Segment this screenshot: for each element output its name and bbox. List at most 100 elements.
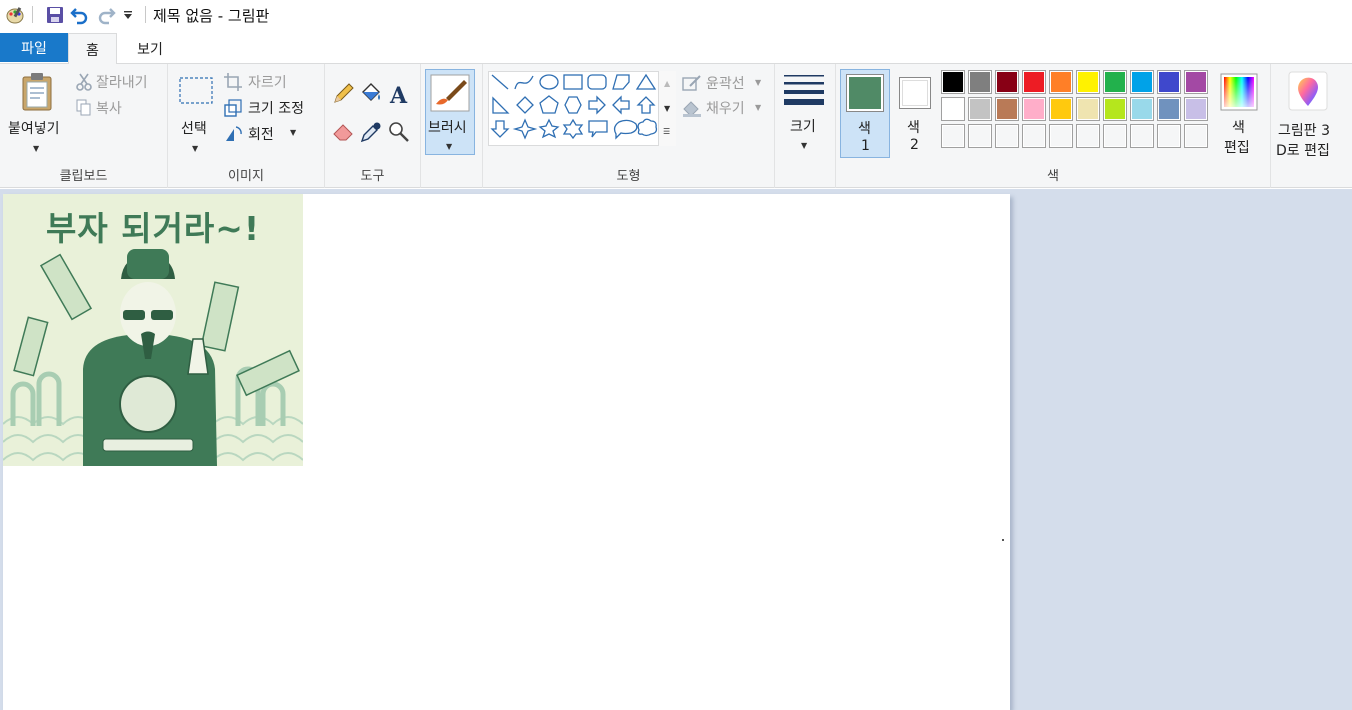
palette-swatch[interactable] [1103,97,1127,121]
image-group-label: 이미지 [228,169,264,184]
color-picker-tool[interactable] [359,120,383,144]
polygon-shape[interactable] [612,74,630,90]
cloud-callout-shape[interactable] [637,118,658,137]
up-arrow-shape[interactable] [636,96,656,114]
hexagon-shape[interactable] [564,96,582,114]
triangle-shape[interactable] [635,73,657,90]
oval-callout-shape[interactable] [613,119,638,140]
palette-swatch[interactable] [1076,70,1100,94]
palette-swatch[interactable] [1022,124,1046,148]
down-arrow-shape[interactable] [490,120,510,138]
color1-swatch [846,74,884,112]
palette-swatch[interactable] [941,70,965,94]
text-tool[interactable]: A [387,82,411,109]
palette-swatch[interactable] [1022,70,1046,94]
save-icon[interactable] [44,4,66,26]
palette-swatch[interactable] [1130,124,1154,148]
rectangle-shape[interactable] [563,74,583,90]
palette-swatch[interactable] [1157,124,1181,148]
crop-button[interactable]: 자르기 [224,71,320,93]
palette-swatch[interactable] [1049,97,1073,121]
brushes-group: 브러시 ▼ [421,64,483,188]
palette-swatch[interactable] [1022,97,1046,121]
tab-file[interactable]: 파일 [0,33,68,62]
size-button[interactable]: 크기 ▼ [779,69,829,155]
color1-button[interactable]: 색 1 [840,69,890,158]
six-point-star-shape[interactable] [562,118,584,140]
diamond-shape[interactable] [516,96,534,114]
customize-dropdown-icon[interactable] [120,4,136,26]
pencil-tool[interactable] [331,82,355,106]
line-shape[interactable] [491,74,509,90]
palette-swatch[interactable] [1157,70,1181,94]
palette-swatch[interactable] [968,124,992,148]
undo-icon[interactable] [69,4,91,26]
palette-swatch[interactable] [1103,124,1127,148]
palette-swatch[interactable] [1184,124,1208,148]
drawing-canvas[interactable]: 부자 되거라~! [3,194,1010,710]
palette-swatch[interactable] [1049,124,1073,148]
bucket-icon [362,83,380,101]
color-spectrum-icon [1220,73,1258,111]
fill-dropdown[interactable]: 채우기 ▼ [682,97,768,119]
palette-swatch[interactable] [995,97,1019,121]
redo-icon[interactable] [95,4,117,26]
select-button[interactable]: 선택 ▼ [174,70,218,156]
palette-swatch[interactable] [1130,97,1154,121]
curve-shape[interactable] [514,75,534,90]
palette-swatch[interactable] [1076,124,1100,148]
outline-dropdown[interactable]: 윤곽선 ▼ [682,72,768,94]
four-point-star-shape[interactable] [512,118,538,140]
gallery-expand-icon[interactable]: ☰ [663,127,670,136]
cut-button[interactable]: 잘라내기 [76,71,160,93]
tab-view[interactable]: 보기 [124,33,176,64]
palette-swatch[interactable] [1076,97,1100,121]
scroll-up-icon[interactable]: ▲ [664,79,670,88]
palette-swatch[interactable] [941,124,965,148]
palette-swatch[interactable] [1049,70,1073,94]
oval-shape[interactable] [539,74,559,90]
paste-button[interactable]: 붙여넣기 ▼ [4,70,68,156]
palette-swatch[interactable] [995,124,1019,148]
fill-icon [683,101,701,117]
shapes-gallery-scrollbar[interactable]: ▲ ▼ ☰ [658,71,676,146]
fill-tool[interactable] [359,82,383,106]
right-triangle-shape[interactable] [492,96,510,114]
pasted-image[interactable]: 부자 되거라~! [3,194,303,466]
edit-with-paint3d-button[interactable]: 그림판 3 D로 편집 [1272,69,1348,159]
rounded-rectangle-shape[interactable] [587,74,607,90]
brushes-label: 브러시 [428,120,467,136]
eraser-tool[interactable] [331,120,355,144]
palette-swatch[interactable] [941,97,965,121]
chevron-down-icon: ▼ [446,142,453,151]
palette-swatch[interactable] [968,97,992,121]
resize-button[interactable]: 크기 조정 [224,97,320,119]
palette-swatch[interactable] [1184,70,1208,94]
palette-swatch[interactable] [1130,70,1154,94]
left-arrow-shape[interactable] [612,95,630,115]
chevron-down-icon: ▼ [801,141,808,150]
pentagon-shape[interactable] [539,95,559,114]
color2-swatch [899,77,931,109]
color2-button[interactable]: 색 2 [895,69,937,158]
palette-swatch[interactable] [1157,97,1181,121]
canvas-resize-handle[interactable] [1002,539,1004,541]
colors-group-label: 색 [1047,169,1059,184]
right-arrow-shape[interactable] [588,95,606,115]
chevron-down-icon: ▼ [192,144,199,153]
scroll-down-icon[interactable]: ▼ [664,104,670,113]
edit-colors-button[interactable]: 색 편집 [1216,69,1264,158]
five-point-star-shape[interactable] [538,118,560,139]
palette-swatch[interactable] [995,70,1019,94]
copy-button[interactable]: 복사 [76,97,160,119]
palette-swatch[interactable] [1103,70,1127,94]
copy-icon [76,99,91,116]
rect-callout-shape[interactable] [588,120,608,138]
palette-swatch[interactable] [968,70,992,94]
brushes-button[interactable]: 브러시 ▼ [425,69,475,155]
app-icon[interactable] [4,4,26,26]
magnifier-tool[interactable] [387,120,411,144]
tab-home[interactable]: 홈 [68,33,117,65]
rotate-button[interactable]: 회전 ▼ [224,123,320,145]
palette-swatch[interactable] [1184,97,1208,121]
